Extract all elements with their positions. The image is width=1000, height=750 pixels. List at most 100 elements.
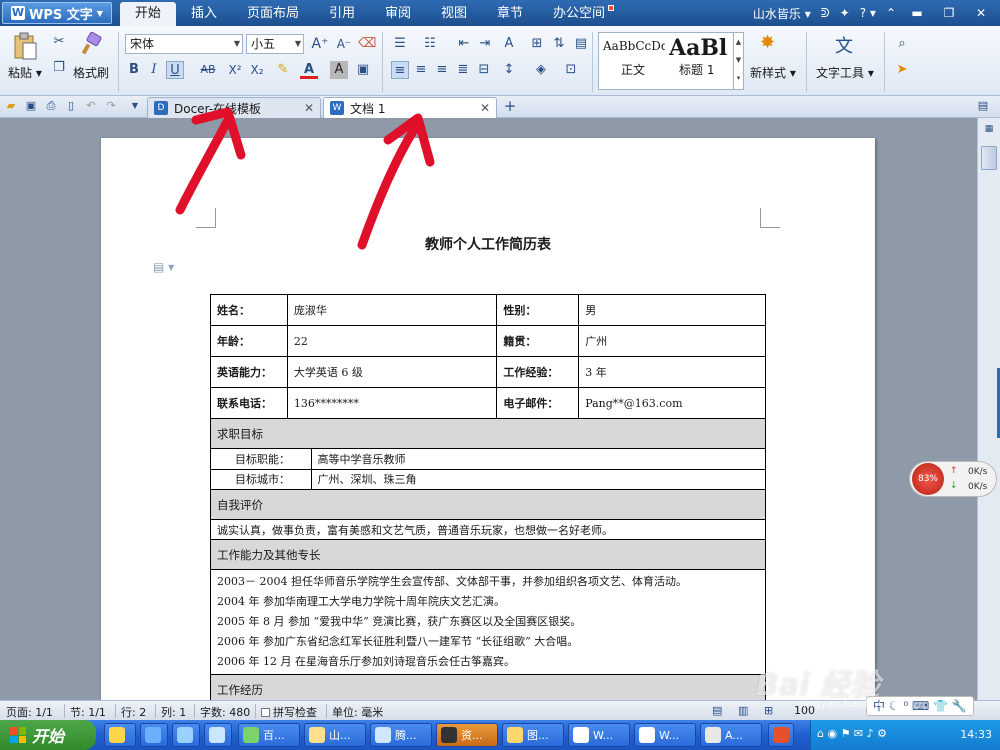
- text-tools-icon[interactable]: 文: [835, 32, 859, 57]
- copy-icon[interactable]: ❐: [50, 59, 68, 77]
- objective-cell[interactable]: 目标职能： 高等中学音乐教师 目标城市： 广州、深圳、珠三角: [210, 448, 766, 490]
- table-cell-value[interactable]: 庞淑华: [286, 294, 498, 326]
- find-replace-icon[interactable]: ⌕: [893, 35, 911, 53]
- bullet-list-icon[interactable]: ☰: [391, 35, 409, 53]
- align-center-icon[interactable]: ≡: [412, 61, 430, 79]
- taskbar-item[interactable]: A...: [700, 723, 762, 747]
- tab-page-layout[interactable]: 页面布局: [232, 2, 314, 26]
- ruler-toggle-icon[interactable]: ▦: [982, 122, 996, 136]
- close-icon[interactable]: ✕: [480, 101, 490, 115]
- char-border-icon[interactable]: ▣: [354, 61, 372, 79]
- bold-button[interactable]: B: [125, 61, 143, 79]
- table-cell-value[interactable]: 广州: [578, 325, 766, 357]
- resume-table[interactable]: 姓名： 庞淑华 性别： 男 年龄： 22 籍贯： 广州 英语能力： 大学英语 6…: [210, 294, 766, 700]
- taskbar-item[interactable]: W...: [568, 723, 630, 747]
- table-cell-value[interactable]: 3 年: [578, 356, 766, 388]
- shrink-font-icon[interactable]: A⁻: [335, 35, 353, 53]
- align-right-icon[interactable]: ≡: [433, 61, 451, 79]
- document-page[interactable]: ▤ ▾ 教师个人工作简历表 姓名： 庞淑华 性别： 男 年龄： 22 籍贯： 广…: [101, 138, 875, 700]
- vertical-scrollbar[interactable]: ▦: [977, 118, 1000, 700]
- paste-button[interactable]: [12, 32, 38, 62]
- print-icon[interactable]: ⎙: [44, 99, 58, 113]
- font-size-select[interactable]: 小五 ▼: [246, 34, 304, 54]
- shading-icon[interactable]: ◈: [532, 61, 550, 79]
- clear-format-icon[interactable]: ⌫: [358, 35, 376, 53]
- save-icon[interactable]: ▣: [24, 99, 38, 113]
- table-cell-label[interactable]: 电子邮件：: [496, 387, 580, 419]
- clock[interactable]: 14:33: [960, 728, 992, 741]
- close-icon[interactable]: ✕: [304, 101, 314, 115]
- taskbar-item[interactable]: W...: [634, 723, 696, 747]
- section-header[interactable]: 自我评价: [210, 489, 766, 520]
- help-button[interactable]: ? ▾: [860, 6, 876, 20]
- taskbar-item[interactable]: 山...: [304, 723, 366, 747]
- document-workspace[interactable]: ▤ ▾ 教师个人工作简历表 姓名： 庞淑华 性别： 男 年龄： 22 籍贯： 广…: [0, 118, 977, 700]
- numbered-list-icon[interactable]: ☷: [421, 35, 439, 53]
- distribute-icon[interactable]: ⊟: [475, 61, 493, 79]
- minimize-button[interactable]: ▬: [906, 4, 928, 22]
- table-cell-value[interactable]: 广州、深圳、珠三角: [311, 469, 765, 489]
- page-view-icon[interactable]: ▤: [712, 704, 722, 717]
- table-grid-icon[interactable]: ⊞: [528, 35, 546, 53]
- table-cell-label[interactable]: 工作经验：: [496, 356, 580, 388]
- table-cell-label[interactable]: 目标城市：: [211, 469, 312, 489]
- cut-icon[interactable]: ✂: [50, 33, 68, 51]
- table-cell-value[interactable]: Pang**@163.com: [578, 387, 766, 419]
- redo-icon[interactable]: ↷: [104, 99, 118, 113]
- close-button[interactable]: ✕: [970, 4, 992, 22]
- new-style-icon[interactable]: ✸: [760, 32, 784, 56]
- undo-icon[interactable]: ↶: [84, 99, 98, 113]
- taskbar-item[interactable]: [768, 723, 794, 747]
- doc-tab-docer[interactable]: D Docer-在线模板 ✕: [147, 97, 321, 118]
- taskbar-item[interactable]: 腾...: [370, 723, 432, 747]
- print-preview-icon[interactable]: ▯: [64, 99, 78, 113]
- superscript-button[interactable]: X²: [226, 61, 244, 79]
- subscript-button[interactable]: X₂: [248, 61, 266, 79]
- grow-font-icon[interactable]: A⁺: [311, 35, 329, 53]
- quicklaunch-ie-icon[interactable]: [140, 723, 168, 747]
- taskbar-item-active[interactable]: 资...: [436, 723, 498, 747]
- format-painter-button[interactable]: [80, 31, 104, 56]
- style-scroll[interactable]: ▲ ▼ ▾: [733, 33, 743, 89]
- borders-icon[interactable]: ⊡: [562, 61, 580, 79]
- outline-view-icon[interactable]: ▥: [738, 704, 748, 717]
- section-header[interactable]: 工作经历: [210, 674, 766, 700]
- table-cell-label[interactable]: 性别：: [496, 294, 580, 326]
- table-cell-label[interactable]: 籍贯：: [496, 325, 580, 357]
- app-menu-button[interactable]: W WPS 文字 ▼: [2, 2, 112, 24]
- table-cell-label[interactable]: 目标职能：: [211, 449, 312, 470]
- style-gallery[interactable]: AaBbCcDd 正文 AaBl 标题 1 ▲ ▼ ▾: [598, 32, 744, 90]
- show-marks-icon[interactable]: ▤: [572, 35, 590, 53]
- tab-office-space[interactable]: 办公空间: [538, 2, 620, 26]
- italic-button[interactable]: I: [145, 61, 163, 79]
- char-shading-button[interactable]: A: [330, 61, 348, 79]
- scrollbar-thumb[interactable]: [981, 146, 997, 170]
- table-cell-label[interactable]: 联系电话：: [210, 387, 288, 419]
- spell-check-toggle[interactable]: 拼写检查: [261, 704, 317, 720]
- tab-references[interactable]: 引用: [314, 2, 370, 26]
- quicklaunch-media-icon[interactable]: [172, 723, 200, 747]
- align-left-icon[interactable]: ≡: [391, 61, 409, 79]
- web-view-icon[interactable]: ⊞: [764, 704, 773, 717]
- table-cell-label[interactable]: 姓名：: [210, 294, 288, 326]
- tab-home[interactable]: 开始: [119, 2, 176, 26]
- skin-icon[interactable]: ᕲ: [821, 6, 830, 21]
- new-style-button[interactable]: 新样式 ▾: [750, 64, 796, 81]
- table-cell-value[interactable]: 大学英语 6 级: [286, 356, 498, 388]
- ribbon-collapse-icon[interactable]: ⌃: [886, 6, 896, 20]
- doc-tab-document-1[interactable]: W 文档 1 ✕: [323, 97, 497, 118]
- strikethrough-button[interactable]: AB: [196, 61, 220, 79]
- table-cell-label[interactable]: 年龄：: [210, 325, 288, 357]
- start-button[interactable]: 开始: [0, 720, 96, 750]
- taskbar-item[interactable]: 图...: [502, 723, 564, 747]
- status-unit[interactable]: 单位: 毫米: [332, 704, 383, 720]
- table-cell-label[interactable]: 英语能力：: [210, 356, 288, 388]
- page-options-icon[interactable]: ▤ ▾: [153, 260, 174, 274]
- increase-indent-icon[interactable]: ⇥: [476, 35, 494, 53]
- tray-icons[interactable]: ⌂ ◉ ⚑ ✉ ♪ ⚙: [817, 727, 887, 740]
- select-pointer-icon[interactable]: ➤: [893, 61, 911, 79]
- section-header[interactable]: 工作能力及其他专长: [210, 539, 766, 570]
- quicklaunch-explorer-icon[interactable]: [204, 723, 232, 747]
- underline-button[interactable]: U: [166, 61, 184, 79]
- text-direction-icon[interactable]: A: [500, 35, 518, 53]
